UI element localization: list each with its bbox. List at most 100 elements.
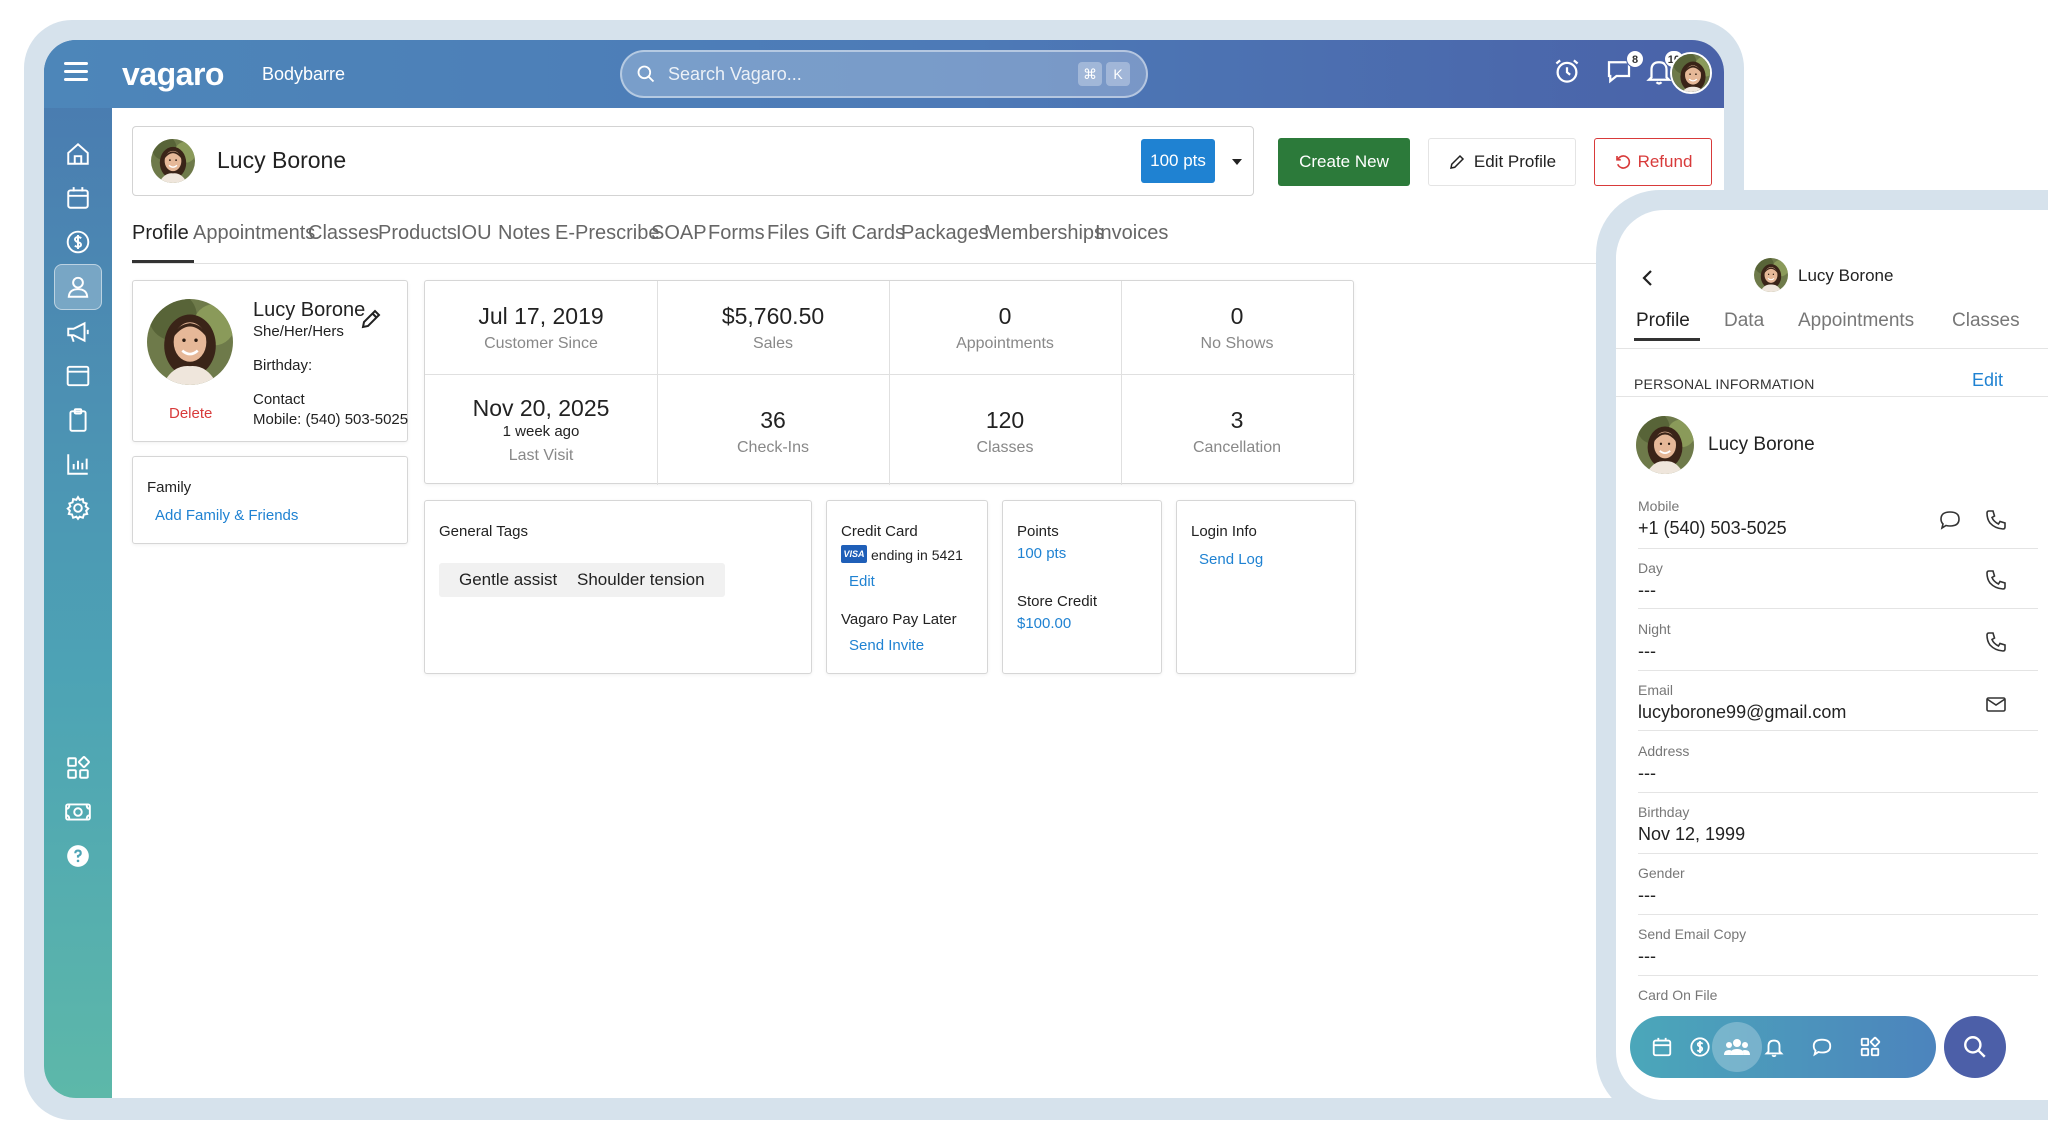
business-name[interactable]: Bodybarre (262, 64, 345, 85)
field-label-email: Email (1638, 682, 1674, 698)
tab-iou[interactable]: IOU (456, 222, 492, 245)
client-selector[interactable]: Lucy Borone 100 pts (132, 126, 1254, 196)
mobile-app: Lucy Borone Profile Data Appointments Cl… (1616, 210, 2048, 1100)
pencil-icon[interactable] (359, 307, 383, 336)
family-card: Family Add Family & Friends (132, 456, 408, 544)
pay-later-title: Vagaro Pay Later (841, 611, 957, 628)
no-shows-value: 0 (1230, 303, 1244, 329)
points-card: Points 100 pts Store Credit $100.00 (1002, 500, 1162, 674)
calendar-icon[interactable] (1646, 1031, 1678, 1063)
tab-soap[interactable]: SOAP (651, 222, 707, 245)
refund-arrow-icon (1615, 155, 1630, 169)
mobile-tab-profile[interactable]: Profile (1636, 310, 1690, 332)
tab-appointments[interactable]: Appointments (193, 222, 315, 245)
field-label-night: Night (1638, 621, 1671, 637)
tab-invoices[interactable]: Invoices (1095, 222, 1168, 245)
message-icon[interactable] (1938, 508, 1964, 534)
clipboard-icon[interactable] (60, 402, 96, 438)
people-icon[interactable] (1712, 1022, 1762, 1072)
points-pill[interactable]: 100 pts (1141, 139, 1215, 183)
field-label-day: Day (1638, 560, 1663, 576)
refund-button[interactable]: Refund (1594, 138, 1712, 186)
search-icon (636, 64, 656, 89)
refund-label: Refund (1637, 152, 1693, 171)
field-value-address: --- (1638, 763, 1656, 783)
add-family-link[interactable]: Add Family & Friends (155, 507, 298, 524)
bar-chart-icon[interactable] (60, 446, 96, 482)
dollar-icon[interactable] (60, 224, 96, 260)
edit-card-link[interactable]: Edit (849, 573, 875, 590)
create-new-button[interactable]: Create New (1278, 138, 1410, 186)
calendar-icon[interactable] (60, 180, 96, 216)
search-input[interactable]: Search Vagaro... ⌘ K (620, 50, 1148, 98)
mobile-client-name: Lucy Borone (1798, 266, 1894, 285)
delete-link[interactable]: Delete (169, 405, 212, 422)
field-value-send-email-copy: --- (1638, 946, 1656, 966)
store-credit-value[interactable]: $100.00 (1017, 615, 1071, 632)
active-tab-indicator (132, 260, 194, 263)
browser-window-icon[interactable] (60, 358, 96, 394)
profile-tabs: Profile Appointments Classes Products IO… (132, 212, 1692, 264)
send-invite-link[interactable]: Send Invite (849, 637, 924, 654)
tag-chip[interactable]: Shoulder tension (557, 563, 725, 597)
phone-icon[interactable] (1984, 508, 2010, 534)
megaphone-icon[interactable] (60, 314, 96, 350)
mobile-profile-name: Lucy Borone (1708, 434, 1815, 455)
menu-icon[interactable] (64, 62, 88, 84)
tab-notes[interactable]: Notes (498, 222, 550, 245)
search-placeholder: Search Vagaro... (668, 64, 802, 84)
card-ending: ending in 5421 (871, 547, 963, 563)
tab-forms[interactable]: Forms (708, 222, 765, 245)
tab-gift-cards[interactable]: Gift Cards (815, 222, 905, 245)
pronouns: She/Her/Hers (253, 323, 344, 340)
bell-icon[interactable] (1758, 1031, 1790, 1063)
contact-label: Contact (253, 391, 305, 408)
phone-icon[interactable] (1984, 568, 2010, 594)
apps-grid-icon[interactable] (1854, 1031, 1886, 1063)
kbd-cmd: ⌘ (1078, 62, 1102, 86)
send-login-link[interactable]: Send Log (1199, 551, 1263, 568)
tab-classes[interactable]: Classes (308, 222, 379, 245)
tab-e-prescribe[interactable]: E-Prescribe (555, 222, 659, 245)
help-icon[interactable] (60, 838, 96, 874)
tab-packages[interactable]: Packages (901, 222, 989, 245)
mobile-tab-appointments[interactable]: Appointments (1798, 310, 1914, 332)
caret-down-icon[interactable] (1223, 149, 1251, 173)
general-tags-card: General Tags Gentle assists Shoulder ten… (424, 500, 812, 674)
search-icon[interactable] (1944, 1016, 2006, 1078)
field-value-email: lucyborone99@gmail.com (1638, 702, 1847, 722)
points-value[interactable]: 100 pts (1017, 545, 1066, 562)
home-icon[interactable] (60, 136, 96, 172)
cash-icon[interactable] (60, 794, 96, 830)
tab-memberships[interactable]: Memberships (984, 222, 1104, 245)
user-avatar[interactable] (1670, 52, 1712, 94)
last-visit-label: Last Visit (508, 447, 574, 464)
gear-icon[interactable] (60, 490, 96, 526)
field-value-gender: --- (1638, 885, 1656, 905)
mobile-edit-link[interactable]: Edit (1972, 370, 2003, 391)
tab-products[interactable]: Products (378, 222, 457, 245)
edit-profile-button[interactable]: Edit Profile (1428, 138, 1576, 186)
last-visit-relative: 1 week ago (502, 423, 580, 440)
avatar (147, 299, 233, 385)
tab-files[interactable]: Files (767, 222, 809, 245)
chat-icon[interactable]: 8 (1604, 50, 1644, 88)
edit-profile-label: Edit Profile (1473, 152, 1557, 171)
tab-profile[interactable]: Profile (132, 222, 189, 245)
mobile-tab-classes[interactable]: Classes (1952, 310, 2020, 332)
pencil-icon (1449, 154, 1464, 169)
cancellations-value: 3 (1230, 407, 1244, 433)
alarm-clock-icon[interactable] (1552, 56, 1584, 88)
mail-icon[interactable] (1984, 692, 2010, 718)
chevron-left-icon[interactable] (1638, 266, 1658, 290)
field-value-birthday: Nov 12, 1999 (1638, 824, 1746, 844)
person-icon[interactable] (54, 264, 102, 310)
family-title: Family (147, 479, 192, 496)
personal-info-heading: PERSONAL INFORMATION (1634, 376, 1815, 392)
appointments-label: Appointments (956, 335, 1054, 352)
apps-grid-icon[interactable] (60, 750, 96, 786)
chat-icon[interactable] (1806, 1031, 1838, 1063)
mobile-tab-data[interactable]: Data (1724, 310, 1764, 332)
phone-icon[interactable] (1984, 630, 2010, 656)
vagaro-logo[interactable]: vagaro (122, 56, 224, 93)
